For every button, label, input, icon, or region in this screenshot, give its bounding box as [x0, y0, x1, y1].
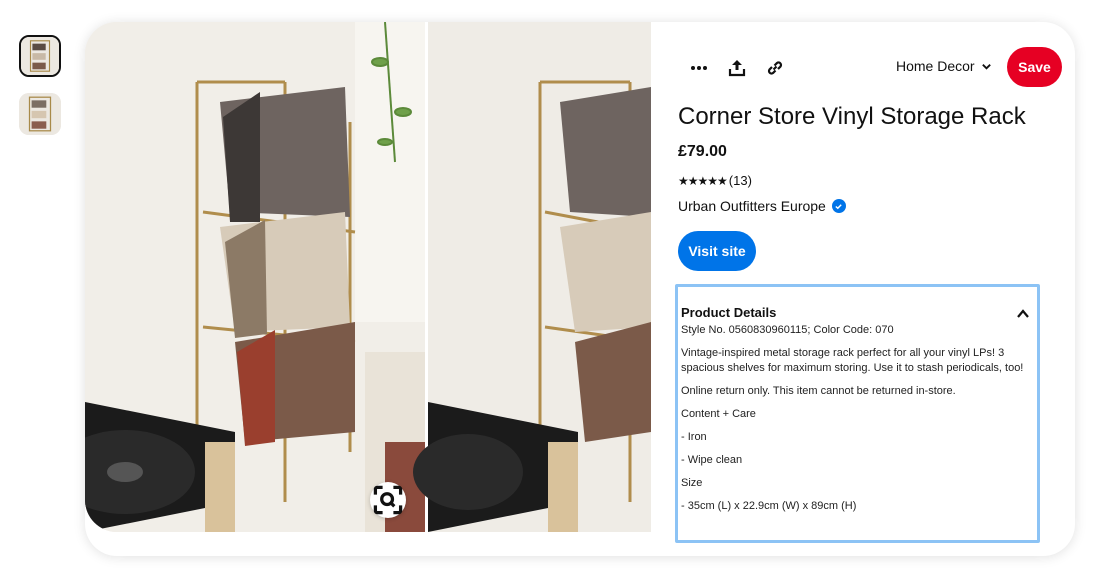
more-dots-icon[interactable] [678, 47, 720, 89]
visit-site-button[interactable]: Visit site [678, 231, 756, 271]
chevron-up-icon[interactable] [1015, 306, 1031, 322]
care-item: - Wipe clean [681, 454, 743, 466]
thumbnail-1[interactable] [19, 35, 61, 77]
pin-details-panel: Home Decor Save Corner Store Vinyl Stora… [675, 22, 1068, 556]
care-heading: Content + Care [681, 408, 756, 420]
care-item: - Iron [681, 431, 707, 443]
size-heading: Size [681, 477, 703, 489]
merchant-name: Urban Outfitters Europe [678, 198, 826, 214]
pin-toolbar: Home Decor Save [678, 47, 1068, 89]
product-description: Vintage-inspired metal storage rack perf… [681, 347, 1024, 374]
lens-search-icon [373, 485, 403, 515]
return-policy: Online return only. This item cannot be … [681, 385, 956, 397]
review-count: (13) [728, 173, 752, 188]
link-icon[interactable] [754, 47, 796, 89]
share-icon[interactable] [716, 47, 758, 89]
pin-card: Home Decor Save Corner Store Vinyl Stora… [85, 22, 1075, 556]
verified-check-icon [831, 199, 846, 213]
rack-thumbnail-image [19, 93, 61, 135]
product-title: Corner Store Vinyl Storage Rack [678, 103, 1026, 130]
product-details-section[interactable]: Product Details Style No. 0560830960115;… [675, 284, 1040, 543]
style-number: Style No. 0560830960115; Color Code: 070 [681, 324, 894, 336]
product-price: £79.00 [678, 143, 727, 160]
chevron-down-icon [981, 63, 991, 70]
thumbnail-2[interactable] [19, 93, 61, 135]
rack-thumbnail-image [21, 37, 59, 75]
board-label: Home Decor [896, 58, 975, 74]
product-image-carousel[interactable] [85, 22, 651, 532]
product-photo [85, 22, 651, 532]
product-details-heading: Product Details [681, 305, 777, 320]
size-value: - 35cm (L) x 22.9cm (W) x 89cm (H) [681, 500, 857, 512]
rating[interactable]: ★★★★★ (13) [678, 173, 752, 188]
merchant[interactable]: Urban Outfitters Europe [678, 198, 846, 214]
save-button[interactable]: Save [1007, 47, 1062, 87]
visual-search-button[interactable] [370, 482, 406, 518]
rating-stars: ★★★★★ [678, 173, 728, 188]
board-dropdown[interactable]: Home Decor [896, 58, 992, 74]
